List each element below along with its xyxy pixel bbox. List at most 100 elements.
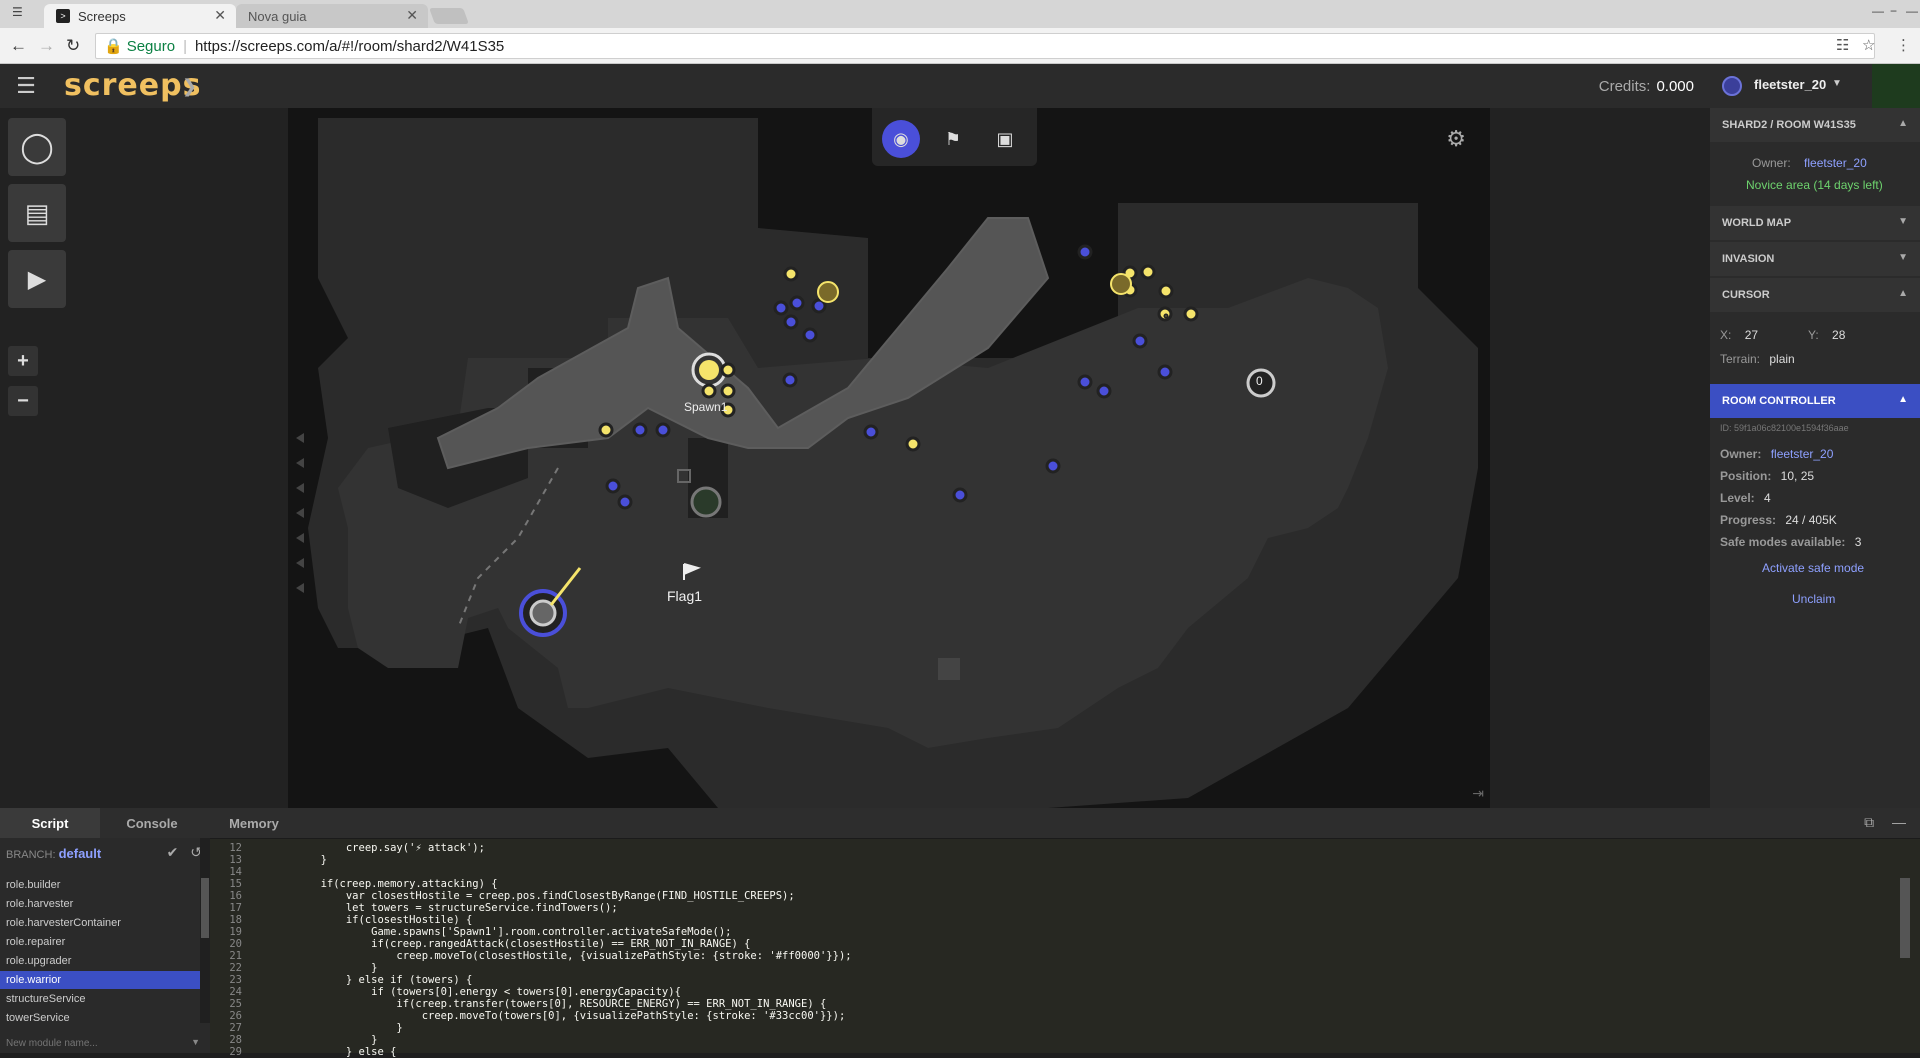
more-menu-icon[interactable]: ⋮ <box>1896 36 1911 54</box>
line-number: 13 <box>229 854 242 866</box>
new-tab-button[interactable] <box>429 8 469 24</box>
code-line[interactable]: 17 let towers = structureService.findTow… <box>210 902 617 914</box>
window-menu-icon[interactable]: ☰ <box>12 5 23 19</box>
expand-icon[interactable]: ⇥ <box>1472 785 1484 802</box>
code-line[interactable]: 20 if(creep.rangedAttack(closestHostile)… <box>210 938 750 950</box>
module-item[interactable]: structureService <box>0 990 200 1008</box>
chevron-up-icon: ▲ <box>1898 288 1908 299</box>
restore-icon[interactable]: − <box>1890 4 1897 18</box>
commit-icon[interactable]: ✔ <box>167 844 179 860</box>
star-icon[interactable]: ☆ <box>1862 36 1875 54</box>
new-module-input[interactable] <box>6 1038 186 1049</box>
controller-level-label: 0 <box>1256 374 1263 388</box>
minimize-panel-icon[interactable]: — <box>1892 814 1906 830</box>
reload-icon[interactable]: ↻ <box>66 36 80 56</box>
energy-source[interactable] <box>1110 273 1132 295</box>
safe-modes-label: Safe modes available: <box>1720 535 1846 549</box>
calendar-icon: ▤ <box>24 197 50 228</box>
code-editor[interactable]: 12 creep.say('⚡ attack'); 13 } 14 15 if(cre… <box>210 838 1910 1058</box>
code-line[interactable]: 15 if(creep.memory.attacking) { <box>210 878 498 890</box>
line-number: 16 <box>229 890 242 902</box>
world-map-section[interactable]: WORLD MAP ▼ <box>1710 206 1920 240</box>
code-line[interactable]: 18 if(closestHostile) { <box>210 914 472 926</box>
module-item[interactable]: role.repairer <box>0 933 200 951</box>
code-line[interactable]: 28 } <box>210 1034 377 1046</box>
room-controller-section[interactable]: ROOM CONTROLLER ▲ <box>1710 384 1920 418</box>
code-line[interactable]: 24 if (towers[0].energy < towers[0].ener… <box>210 986 681 998</box>
code-line[interactable]: 13 } <box>210 854 327 866</box>
room-title: SHARD2 / ROOM W41S35 <box>1722 119 1856 131</box>
url-text: https://screeps.com/a/#!/room/shard2/W41… <box>194 37 505 55</box>
zoom-in-button[interactable]: + <box>8 346 38 376</box>
minimize-icon[interactable]: — <box>1872 4 1884 18</box>
code-line[interactable]: 19 Game.spawns['Spawn1'].room.controller… <box>210 926 731 938</box>
main-menu-icon[interactable]: ☰ <box>0 64 52 108</box>
module-item[interactable]: role.harvesterContainer <box>0 914 200 932</box>
code-line[interactable]: 29 } else { <box>210 1046 396 1058</box>
module-item[interactable]: role.upgrader <box>0 952 200 970</box>
minus-icon: − <box>17 389 29 412</box>
close-window-icon[interactable]: — <box>1906 4 1918 18</box>
module-item-active[interactable]: role.warrior <box>0 971 200 989</box>
cursor-section[interactable]: CURSOR ▲ <box>1710 278 1920 312</box>
invasion-section[interactable]: INVASION ▼ <box>1710 242 1920 276</box>
detach-icon[interactable]: ⧉ <box>1864 814 1874 830</box>
gear-icon[interactable]: ⚙ <box>1446 126 1466 152</box>
tab-script[interactable]: Script <box>0 808 100 838</box>
history-button[interactable]: ▤ <box>8 184 66 242</box>
progress-value: 24 / 405K <box>1785 513 1837 527</box>
code-text: } <box>270 1034 378 1046</box>
zoom-out-button[interactable]: − <box>8 386 38 416</box>
tab-console[interactable]: Console <box>100 808 204 838</box>
tab-memory[interactable]: Memory <box>204 808 304 838</box>
code-line[interactable]: 16 var closestHostile = creep.pos.findCl… <box>210 890 794 902</box>
container-structure[interactable] <box>690 486 722 518</box>
code-line[interactable]: 12 creep.say('⚡ attack'); <box>210 842 485 854</box>
code-line[interactable]: 27 } <box>210 1022 402 1034</box>
room-exit-markers <box>296 433 304 593</box>
avatar <box>1722 76 1742 96</box>
chevron-up-icon: ▲ <box>1898 118 1908 129</box>
code-line[interactable]: 14 <box>210 866 270 878</box>
view-eye-button[interactable]: ◉ <box>882 120 920 158</box>
code-line[interactable]: 26 creep.moveTo(towers[0], {visualizePat… <box>210 1010 845 1022</box>
code-line[interactable]: 21 creep.moveTo(closestHostile, {visuali… <box>210 950 851 962</box>
energy-source[interactable] <box>817 281 839 303</box>
rc-owner-link[interactable]: fleetster_20 <box>1771 447 1834 461</box>
invasion-label: INVASION <box>1722 253 1775 265</box>
view-cube-button[interactable]: ▣ <box>986 120 1024 158</box>
code-text: if(creep.memory.attacking) { <box>270 878 498 890</box>
code-line[interactable]: 22 } <box>210 962 377 974</box>
unclaim-link[interactable]: Unclaim <box>1792 592 1835 606</box>
cursor-label: CURSOR <box>1722 289 1770 301</box>
module-item[interactable]: role.harvester <box>0 895 200 913</box>
module-item[interactable]: towerService <box>0 1009 200 1027</box>
branch-selector[interactable]: BRANCH: default <box>6 846 101 861</box>
close-icon[interactable]: ✕ <box>406 7 418 24</box>
close-icon[interactable]: ✕ <box>214 7 226 24</box>
code-line[interactable]: 25 if(creep.transfer(towers[0], RESOURCE… <box>210 998 826 1010</box>
view-flag-button[interactable]: ⚑ <box>934 120 972 158</box>
browser-tab-screeps[interactable]: > Screeps ✕ <box>44 4 236 28</box>
module-scrollbar[interactable] <box>200 838 210 1023</box>
world-map-button[interactable]: ◯ <box>8 118 66 176</box>
room-section-header[interactable]: SHARD2 / ROOM W41S35 ▲ <box>1710 108 1920 142</box>
replay-button[interactable]: ▶ <box>8 250 66 308</box>
url-input[interactable]: 🔒 Seguro | https://screeps.com/a/#!/room… <box>95 33 1875 59</box>
activate-safe-mode-link[interactable]: Activate safe mode <box>1762 561 1864 575</box>
room-map[interactable]: ◉ ⚑ ▣ ⚙ Spawn1 Flag1 0 ⇥ <box>288 108 1490 808</box>
room-controller-label: ROOM CONTROLLER <box>1722 395 1836 407</box>
user-menu[interactable]: fleetster_20 ▼ <box>1710 64 1920 109</box>
translate-icon[interactable]: ☷ <box>1836 36 1849 54</box>
owner-link[interactable]: fleetster_20 <box>1804 156 1867 170</box>
module-item[interactable]: role.builder <box>0 876 200 894</box>
code-line[interactable]: 23 } else if (towers) { <box>210 974 472 986</box>
flag-label: Flag1 <box>667 588 703 604</box>
editor-scrollbar[interactable] <box>1900 878 1910 958</box>
browser-tab-new[interactable]: Nova guia ✕ <box>236 4 428 28</box>
back-icon[interactable]: ← <box>10 36 27 56</box>
chevron-down-icon[interactable]: ▼ <box>191 1037 200 1047</box>
credits-label: Credits: <box>1598 78 1651 95</box>
forward-icon[interactable]: → <box>38 36 55 56</box>
screeps-logo[interactable]: screeps <box>64 68 201 103</box>
